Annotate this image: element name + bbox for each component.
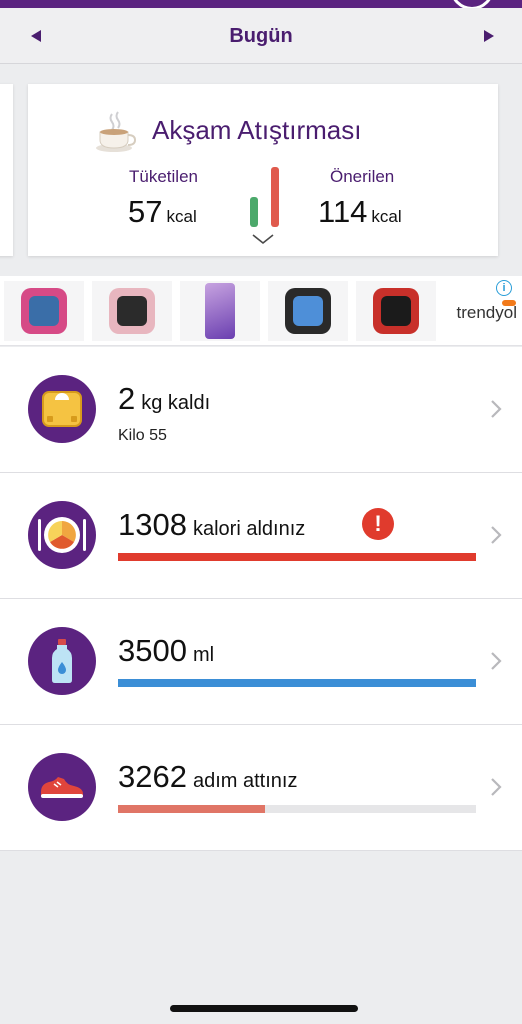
coffee-cup-icon [96,111,137,152]
water-progress [118,679,476,687]
current-weight: Kilo 55 [118,427,167,444]
consumed-unit: kcal [166,207,197,226]
black-smartwatch-image [285,288,331,334]
weight-value: 2 [118,381,136,416]
calories-progress [118,553,476,561]
ad-product-pink-watch[interactable] [92,281,172,341]
sneaker-icon [28,753,96,821]
kids-smartwatch-image [21,288,67,334]
steps-progress-fill [118,805,265,813]
chevron-right-icon [491,526,502,544]
pink-smartwatch-image [109,288,155,334]
water-row[interactable]: 3500 ml [0,599,522,725]
chevron-right-icon [491,400,502,418]
exclamation-icon[interactable]: ! [362,508,394,540]
chevron-right-icon [491,652,502,670]
meal-title: Akşam Atıştırması [152,115,362,145]
date-title: Bugün [229,25,293,47]
calories-suffix: kalori aldınız [192,518,306,540]
water-suffix: ml [192,644,215,666]
date-navigation-bar: Bugün [0,8,522,64]
consumed-amount: 57 kcal [128,194,197,230]
water-amount: 3500 ml [118,633,214,669]
steps-row[interactable]: 3262 adım attınız [0,725,522,851]
meal-card[interactable]: Akşam Atıştırması Tüketilen Önerilen 57 k… [28,84,498,256]
ad-brand-label[interactable]: trendyol [457,303,517,323]
previous-meal-card[interactable] [0,84,13,256]
steps-progress [118,805,476,813]
meal-carousel[interactable]: Akşam Atıştırması Tüketilen Önerilen 57 k… [0,64,522,276]
ad-banner[interactable]: i trendyol [0,276,522,346]
weight-remaining: 2 kg kaldı [118,381,210,417]
chevron-down-icon[interactable] [250,232,276,246]
calories-row[interactable]: 1308 kalori aldınız ! [0,473,522,599]
calories-taken: 1308 kalori aldınız [118,507,305,543]
triangle-right-icon [484,30,494,42]
ad-product-black-watch[interactable] [268,281,348,341]
steps-taken: 3262 adım attınız [118,759,297,795]
next-day-button[interactable] [478,25,500,47]
plate-icon [28,501,96,569]
weight-row[interactable]: 2 kg kaldı Kilo 55 [0,347,522,473]
calories-progress-fill [118,553,476,561]
top-status-strip [0,0,522,8]
recommended-amount: 114 kcal [318,194,402,230]
water-progress-fill [118,679,476,687]
red-smartwatch-image [373,288,419,334]
recommended-bar [271,167,279,227]
home-indicator[interactable] [170,1005,358,1012]
consumption-bar-chart [250,167,280,227]
consumed-value: 57 [128,194,163,229]
ad-product-kids-watch[interactable] [4,281,84,341]
consumed-bar [250,197,258,227]
chevron-right-icon [491,778,502,796]
recommended-label: Önerilen [330,167,395,186]
summary-list: 2 kg kaldı Kilo 55 1308 kalori aldınız ! 3… [0,347,522,851]
ad-product-red-watch[interactable] [356,281,436,341]
water-bottle-icon [28,627,96,695]
smartphone-image [205,283,235,339]
calories-value: 1308 [118,507,187,542]
weight-suffix: kg kaldı [141,392,211,414]
consumed-label: Tüketilen [129,167,198,186]
recommended-value: 114 [318,194,368,229]
steps-value: 3262 [118,759,187,794]
water-value: 3500 [118,633,187,668]
steps-suffix: adım attınız [192,770,298,792]
recommended-unit: kcal [371,207,402,226]
scale-icon [28,375,96,443]
info-icon[interactable]: i [496,280,512,296]
ad-product-phone[interactable] [180,281,260,341]
